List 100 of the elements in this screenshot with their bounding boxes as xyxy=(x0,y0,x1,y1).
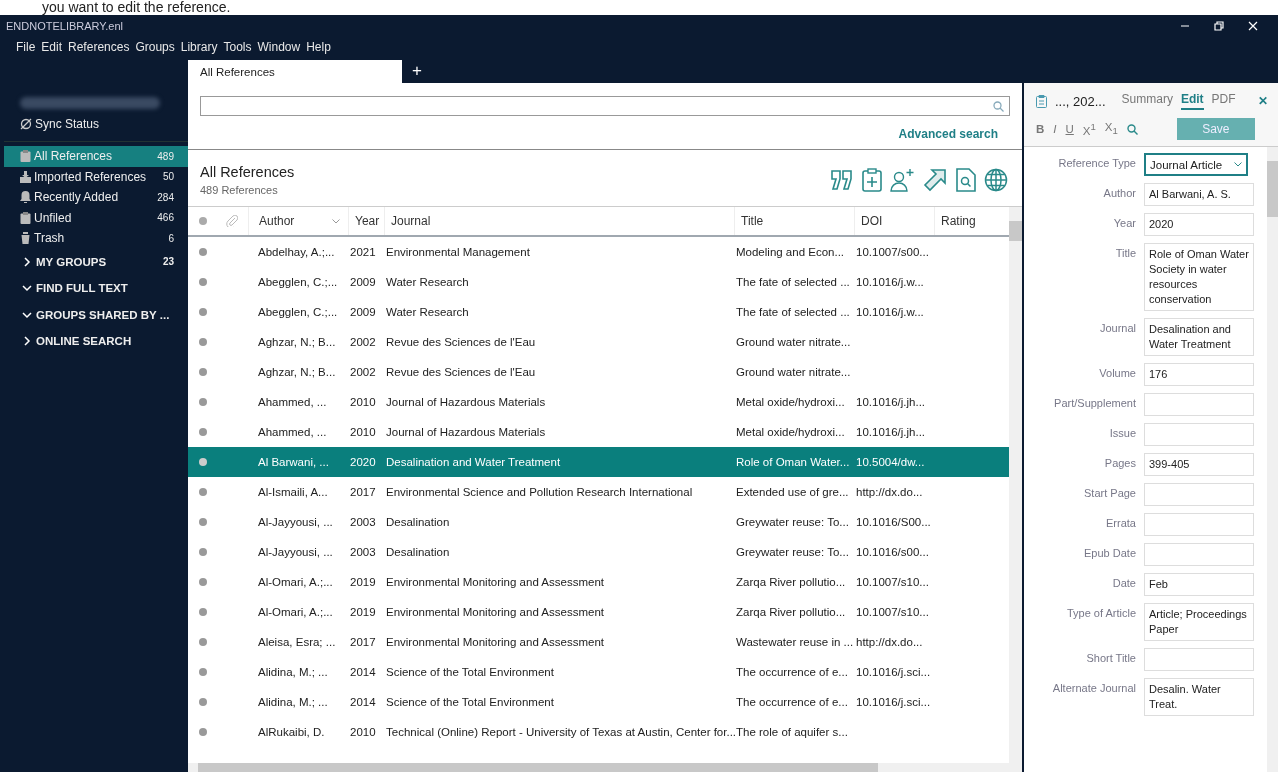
reference-row[interactable]: Alidina, M.; ... 2014 Science of the Total Environment The occurrence of e... 10.1016/j.sci... xyxy=(188,687,1009,717)
unread-dot-icon xyxy=(199,638,207,646)
quote-icon[interactable] xyxy=(830,169,854,191)
unread-dot-icon xyxy=(199,488,207,496)
format-button[interactable]: U xyxy=(1065,123,1074,135)
reference-row[interactable]: Ahammed, ... 2010 Journal of Hazardous Materials Metal oxide/hydroxi... 10.1016/j.jh... xyxy=(188,417,1009,447)
input-field[interactable] xyxy=(1144,483,1254,506)
title-cell-text: Ground water nitrate... xyxy=(736,366,852,378)
editor-tab[interactable]: PDF xyxy=(1211,92,1236,110)
reference-row[interactable]: Al-Omari, A.;... 2019 Environmental Monitoring and Assessment Zarqa River pollutio... 10.1007/s10... xyxy=(188,597,1009,627)
menu-item[interactable]: Help xyxy=(306,40,331,57)
author-cell-text: Al-Ismaili, A... xyxy=(257,486,329,498)
column-header[interactable]: Title xyxy=(734,207,854,235)
chevron-down-icon xyxy=(22,283,32,294)
author-cell-text: Al-Omari, A.;... xyxy=(257,606,334,618)
field-label: Alternate Journal xyxy=(1051,681,1136,694)
close-panel-button[interactable]: ✕ xyxy=(1258,94,1268,108)
input-field[interactable]: Feb xyxy=(1144,573,1254,596)
sidebar-group[interactable]: GROUPS SHARED BY ... xyxy=(4,301,188,328)
trash-icon xyxy=(20,232,31,245)
menu-item[interactable]: Tools xyxy=(223,40,252,57)
unread-dot-icon xyxy=(199,428,207,436)
input-field[interactable]: Desalin. Water Treat. xyxy=(1144,678,1254,716)
sidebar-item[interactable]: Trash 6 xyxy=(4,228,188,249)
vertical-scrollbar[interactable] xyxy=(1267,147,1278,772)
horizontal-scrollbar[interactable] xyxy=(188,763,1022,772)
reference-row[interactable]: Ahammed, ... 2010 Journal of Hazardous Materials Metal oxide/hydroxi... 10.1016/j.jh... xyxy=(188,387,1009,417)
close-icon[interactable] xyxy=(1248,21,1258,31)
format-button[interactable]: X$_{1}$ xyxy=(1104,121,1118,137)
doi-cell: http://dx.do... xyxy=(856,636,923,648)
reference-row[interactable]: Al-Jayyousi, ... 2003 Desalination Greywater reuse: To... 10.1016/S00... xyxy=(188,507,1009,537)
sidebar-group[interactable]: FIND FULL TEXT xyxy=(4,275,188,302)
input-field[interactable] xyxy=(1144,513,1254,536)
reference-row[interactable]: Al-Jayyousi, ... 2003 Desalination Greywater reuse: To... 10.1016/s00... xyxy=(188,537,1009,567)
input-field[interactable] xyxy=(1144,393,1254,416)
sidebar-item[interactable]: All References 489 xyxy=(4,146,188,167)
column-header[interactable]: Year xyxy=(348,207,384,235)
library-tab[interactable]: All References xyxy=(188,60,402,83)
input-field[interactable]: 399-405 xyxy=(1144,453,1254,476)
menu-item[interactable]: References xyxy=(68,40,130,57)
reference-row[interactable]: Alidina, M.; ... 2014 Science of the Total Environment The occurrence of e... 10.1016/j.sci... xyxy=(188,657,1009,687)
reference-row[interactable]: Aghzar, N.; B... 2002 Revue des Sciences de l'Eau Ground water nitrate... xyxy=(188,327,1009,357)
field-label: Journal xyxy=(1098,321,1136,334)
sidebar-item[interactable]: Unfiled 466 xyxy=(4,207,188,228)
unread-dot-icon xyxy=(199,728,207,736)
reference-count: 489 References xyxy=(200,184,279,196)
search-field[interactable] xyxy=(200,96,1010,116)
reference-row[interactable]: Al-Omari, A.;... 2019 Environmental Monitoring and Assessment Zarqa River pollutio... 10.1007/s10... xyxy=(188,567,1009,597)
field-label: Title xyxy=(1114,246,1136,259)
reference-row[interactable]: Al-Ismaili, A... 2017 Environmental Science and Pollution Research International Extended use of gre... http://dx.do... xyxy=(188,477,1009,507)
vertical-scrollbar[interactable] xyxy=(1009,207,1022,763)
add-person-icon[interactable] xyxy=(890,168,914,192)
reference-row[interactable]: Abdelhay, A.;... 2021 Environmental Management Modeling and Econ... 10.1007/s00... xyxy=(188,237,1009,267)
new-tab-button[interactable]: + xyxy=(402,60,432,83)
input-field[interactable]: Desalination and Water Treatment xyxy=(1144,318,1254,356)
input-field[interactable]: Article; Proceedings Paper xyxy=(1144,603,1254,641)
reference-row[interactable]: Abegglen, C.;... 2009 Water Research The fate of selected ... 10.1016/j.w... xyxy=(188,267,1009,297)
year-cell-text: 2017 xyxy=(349,486,377,498)
globe-icon[interactable] xyxy=(984,168,1008,192)
column-header[interactable]: Journal xyxy=(384,207,734,235)
input-field[interactable]: Role of Oman Water Society in water resources conservation xyxy=(1144,243,1254,311)
sidebar-item[interactable]: Recently Added 284 xyxy=(4,187,188,208)
format-button[interactable]: I xyxy=(1053,123,1057,135)
reference-row[interactable]: Al Barwani, ... 2020 Desalination and Water Treatment Role of Oman Water... 10.5004/dw... xyxy=(188,447,1009,477)
clipboard-plus-icon[interactable] xyxy=(862,168,882,192)
sync-status[interactable]: Sync Status xyxy=(4,109,188,141)
reference-row[interactable]: Aleisa, Esra; ... 2017 Environmental Monitoring and Assessment Wastewater reuse in ... http://dx.do... xyxy=(188,627,1009,657)
reference-type-dropdown[interactable]: Journal Article xyxy=(1144,153,1248,176)
search-icon[interactable] xyxy=(1126,123,1138,135)
doi-cell: 10.1016/j.sci... xyxy=(856,666,931,678)
column-header[interactable]: Author xyxy=(248,207,348,235)
year-cell-text: 2010 xyxy=(349,396,377,408)
chevron-down-icon xyxy=(22,309,32,320)
format-button[interactable]: B xyxy=(1036,123,1045,135)
input-field[interactable]: 176 xyxy=(1144,363,1254,386)
format-button[interactable]: X$^{1}$ xyxy=(1082,121,1096,137)
restore-icon[interactable] xyxy=(1214,21,1224,31)
sidebar-group[interactable]: ONLINE SEARCH xyxy=(4,328,188,355)
input-field[interactable]: Al Barwani, A. S. xyxy=(1144,183,1254,206)
sidebar-item[interactable]: Imported References 50 xyxy=(4,166,188,187)
menu-item[interactable]: Edit xyxy=(41,40,63,57)
input-field[interactable] xyxy=(1144,423,1254,446)
arrow-icon[interactable] xyxy=(922,167,948,193)
advanced-search-link[interactable]: Advanced search xyxy=(898,127,998,141)
document-search-icon[interactable] xyxy=(956,168,976,192)
column-header[interactable]: DOI xyxy=(854,207,934,235)
sidebar-group[interactable]: MY GROUPS 23 xyxy=(4,248,188,275)
menu-item[interactable]: Window xyxy=(257,40,301,57)
reference-row[interactable]: AlRukaibi, D. 2010 Technical (Online) Report - University of Texas at Austin, Center for...The role of aquifer s... xyxy=(188,717,1009,747)
menu-item[interactable]: File xyxy=(16,40,36,57)
editor-tab[interactable]: Summary xyxy=(1121,92,1173,110)
editor-tab[interactable]: Edit xyxy=(1180,92,1204,110)
unread-dot-icon xyxy=(199,548,207,556)
menu-item[interactable]: Library xyxy=(180,40,218,57)
reference-row[interactable]: Abegglen, C.;... 2009 Water Research The fate of selected ... 10.1016/j.w... xyxy=(188,297,1009,327)
menu-item[interactable]: Groups xyxy=(135,40,175,57)
input-field[interactable]: 2020 xyxy=(1144,213,1254,236)
input-field[interactable] xyxy=(1144,648,1254,671)
reference-row[interactable]: Aghzar, N.; B... 2002 Revue des Sciences de l'Eau Ground water nitrate... xyxy=(188,357,1009,387)
input-field[interactable] xyxy=(1144,543,1254,566)
